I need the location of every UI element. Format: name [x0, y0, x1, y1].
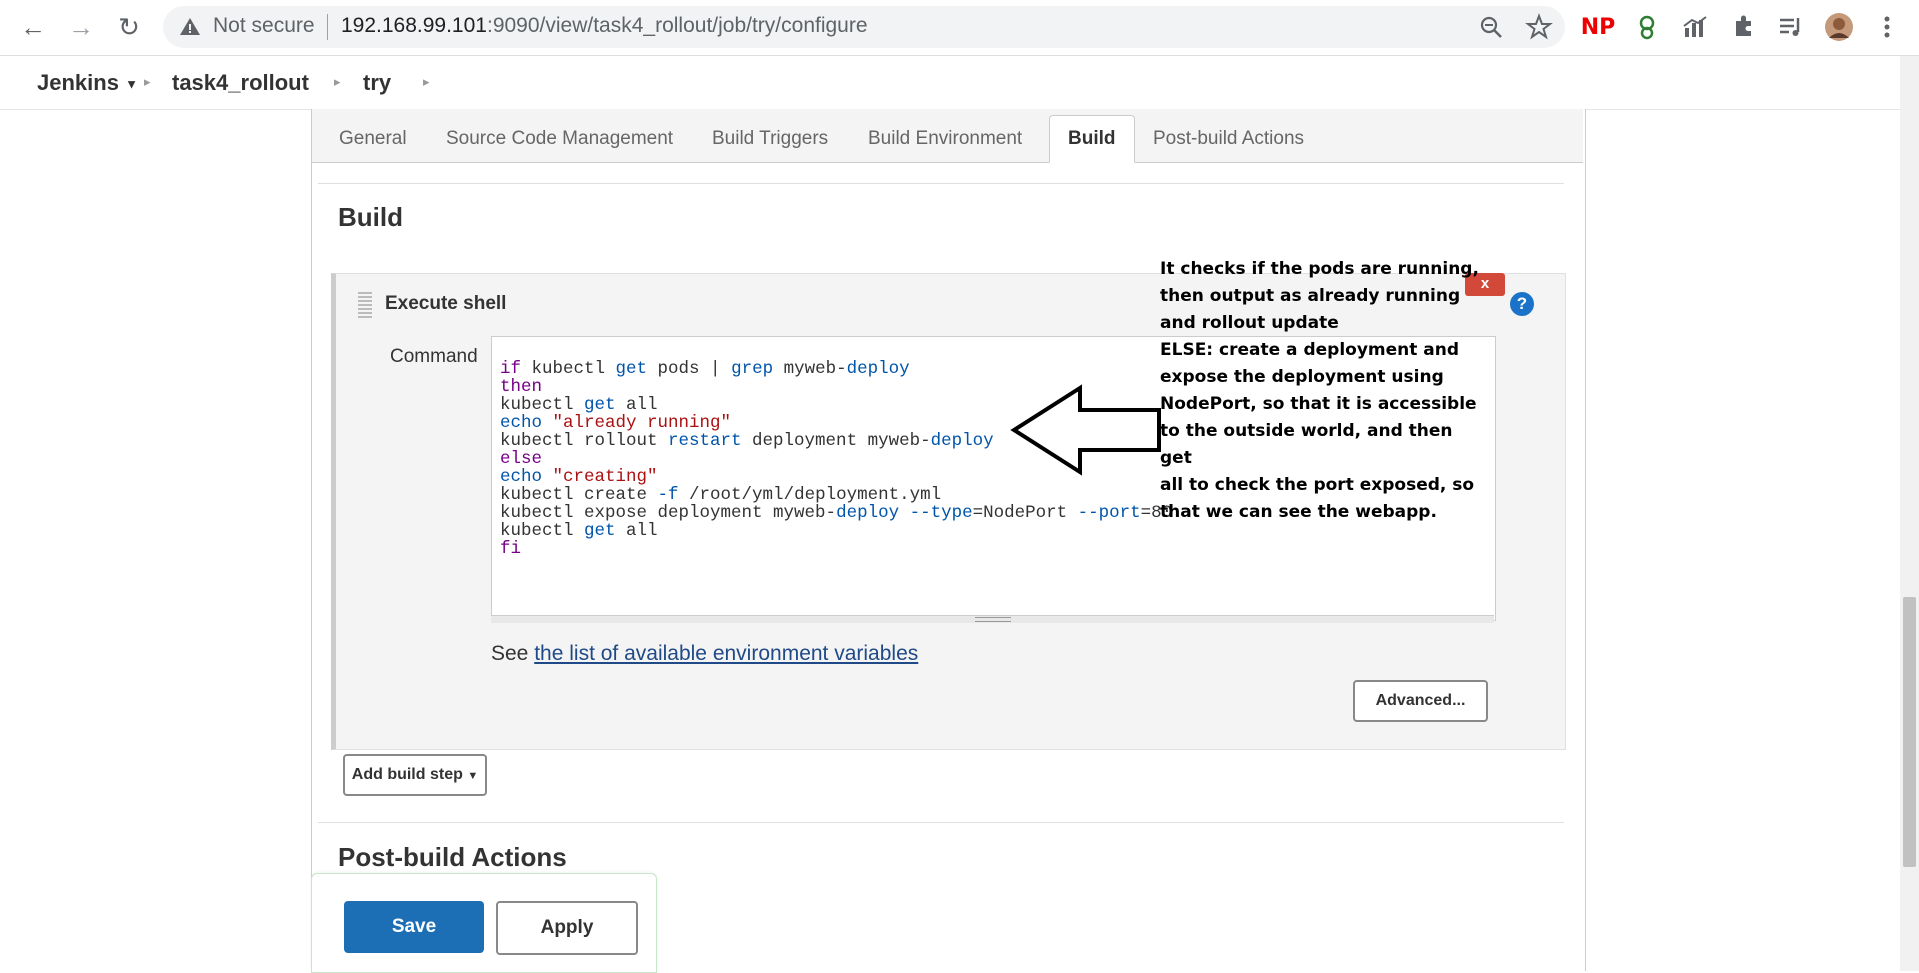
see-prefix: See: [491, 642, 529, 665]
code-line: fi: [500, 539, 522, 559]
breadcrumb-arrow-icon: ▸: [334, 74, 341, 89]
annotation-line: that we can see the webapp.: [1160, 502, 1437, 522]
annotation-line: expose the deployment using: [1160, 367, 1444, 387]
annotation-line: NodePort, so that it is accessible: [1160, 394, 1477, 414]
warning-icon[interactable]: [178, 15, 202, 39]
zoom-icon[interactable]: [1476, 12, 1506, 42]
breadcrumb-jenkins[interactable]: Jenkins ▼: [37, 70, 138, 96]
breadcrumb-label: Jenkins: [37, 70, 119, 95]
breadcrumb-job[interactable]: try: [363, 70, 391, 96]
advanced-button[interactable]: Advanced...: [1353, 680, 1488, 722]
breadcrumb-arrow-icon: ▸: [423, 74, 430, 89]
code-line: kubectl get all: [500, 395, 658, 415]
save-button[interactable]: Save: [344, 901, 484, 953]
tab-build-triggers[interactable]: Build Triggers: [712, 128, 828, 150]
tab-post-build-actions[interactable]: Post-build Actions: [1153, 128, 1304, 150]
config-tabs: General Source Code Management Build Tri…: [312, 109, 1583, 163]
post-build-section-title: Post-build Actions: [338, 842, 567, 872]
add-build-step-label: Add build step: [351, 766, 463, 783]
profile-avatar-icon[interactable]: [1824, 12, 1854, 42]
code-line: if kubectl get pods | grep myweb-deploy: [500, 359, 910, 379]
chart-extension-icon[interactable]: [1680, 12, 1710, 42]
build-section-title: Build: [338, 202, 403, 232]
url-host: 192.168.99.101: [341, 14, 487, 37]
caret-down-icon[interactable]: ▼: [125, 77, 138, 92]
code-line: else: [500, 449, 543, 469]
section-divider: [318, 822, 1564, 823]
media-queue-icon[interactable]: [1776, 12, 1806, 42]
command-label: Command: [390, 346, 478, 367]
grammar-extension-icon[interactable]: [1632, 12, 1662, 42]
annotation-line: It checks if the pods are running,: [1160, 259, 1479, 279]
url-path: :9090/view/task4_rollout/job/try/configu…: [486, 14, 868, 37]
add-build-step-button[interactable]: Add build step ▼: [343, 754, 487, 796]
tab-source-code-management[interactable]: Source Code Management: [446, 128, 673, 150]
arrow-annotation-icon: [1010, 384, 1161, 476]
annotation-text: It checks if the pods are running, then …: [1160, 256, 1480, 526]
annotation-line: then output as already running: [1160, 286, 1461, 306]
reload-icon[interactable]: ↻: [112, 10, 146, 44]
code-line: kubectl get all: [500, 521, 658, 541]
annotation-line: all to check the port exposed, so: [1160, 475, 1475, 495]
back-icon[interactable]: ←: [16, 10, 50, 44]
env-vars-hint: See the list of available environment va…: [491, 642, 918, 666]
code-line: kubectl create -f /root/yml/deployment.y…: [500, 485, 942, 505]
drag-handle-icon[interactable]: [358, 292, 372, 318]
forward-icon[interactable]: →: [64, 10, 98, 44]
url-text[interactable]: 192.168.99.101:9090/view/task4_rollout/j…: [341, 14, 868, 38]
np-extension-icon[interactable]: NP: [1581, 12, 1616, 42]
omnibox-divider: [327, 14, 328, 40]
breadcrumb-arrow-icon: ▸: [144, 74, 151, 89]
help-icon[interactable]: ?: [1510, 292, 1534, 316]
code-line: kubectl rollout restart deployment myweb…: [500, 431, 994, 451]
annotation-line: and rollout update: [1160, 313, 1339, 333]
section-divider: [318, 183, 1564, 184]
browser-toolbar: ← → ↻ Not secure 192.168.99.101:9090/vie…: [0, 0, 1919, 56]
security-label[interactable]: Not secure: [213, 14, 315, 38]
menu-kebab-icon[interactable]: [1872, 12, 1902, 42]
code-line: echo "already running": [500, 413, 732, 433]
caret-down-icon: ▼: [467, 770, 479, 782]
tab-build[interactable]: Build: [1049, 115, 1135, 163]
bookmark-star-icon[interactable]: [1524, 12, 1554, 42]
tab-build-environment[interactable]: Build Environment: [868, 128, 1022, 150]
extensions-puzzle-icon[interactable]: [1728, 12, 1758, 42]
apply-button[interactable]: Apply: [496, 901, 638, 955]
code-line: echo "creating": [500, 467, 658, 487]
annotation-line: ELSE: create a deployment and: [1160, 340, 1460, 360]
code-line: then: [500, 377, 543, 397]
annotation-line: to the outside world, and then get: [1160, 421, 1453, 468]
breadcrumb-folder[interactable]: task4_rollout: [172, 70, 309, 96]
scrollbar-thumb[interactable]: [1903, 597, 1916, 867]
code-line: kubectl expose deployment myweb-deploy -…: [500, 503, 1173, 523]
tab-general[interactable]: General: [339, 128, 407, 150]
step-title: Execute shell: [385, 293, 507, 314]
resize-grip-icon[interactable]: [975, 617, 1011, 622]
env-vars-link[interactable]: the list of available environment variab…: [534, 642, 918, 665]
